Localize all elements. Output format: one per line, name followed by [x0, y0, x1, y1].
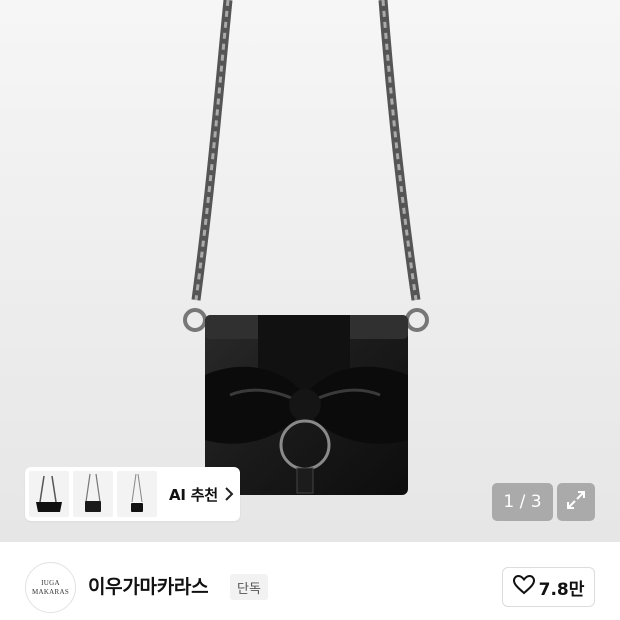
exclusive-badge: 단독: [230, 574, 268, 600]
brand-bar: IUGA MAKARAS 이우가마카라스 단독 7.8만: [0, 542, 620, 620]
image-counter: 1 / 3: [492, 483, 553, 521]
expand-button[interactable]: [557, 483, 595, 521]
image-counter-text: 1 / 3: [503, 492, 542, 512]
like-button[interactable]: 7.8만: [502, 567, 595, 607]
ai-recommend-label: AI 추천: [169, 485, 219, 504]
like-count: 7.8만: [538, 579, 585, 600]
brand-logo-line2: MAKARAS: [31, 587, 70, 596]
bag-thumbnail-1[interactable]: [29, 471, 69, 517]
expand-icon: [565, 489, 587, 515]
product-image: [183, 0, 429, 495]
bag-thumbnail-2[interactable]: [73, 471, 113, 517]
ai-recommend-card[interactable]: AI 추천: [25, 467, 240, 521]
heart-icon: [512, 574, 535, 599]
brand-name[interactable]: 이우가마카라스: [88, 572, 209, 599]
bag-thumbnail-3[interactable]: [117, 471, 157, 517]
chevron-right-icon: [224, 487, 236, 501]
brand-logo[interactable]: IUGA MAKARAS: [25, 562, 76, 613]
brand-logo-line1: IUGA: [41, 578, 60, 587]
product-image-gallery[interactable]: AI 추천 1 / 3: [0, 0, 620, 542]
